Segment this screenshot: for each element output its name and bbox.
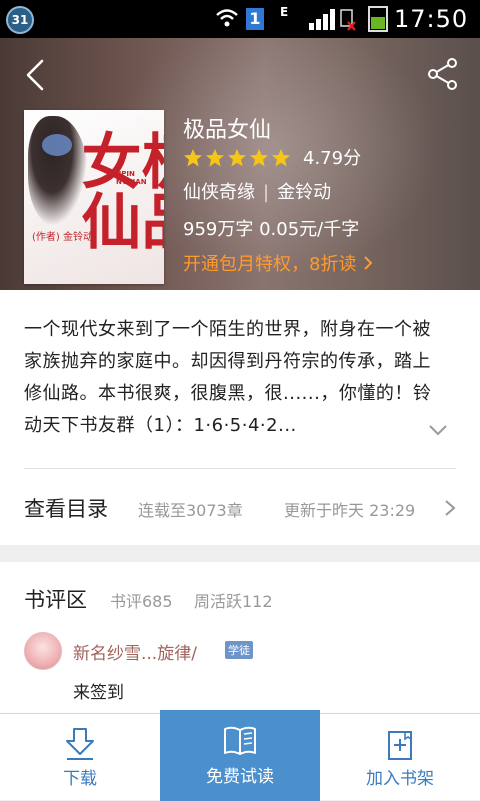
chevron-right-icon [364, 256, 373, 270]
back-button[interactable] [20, 58, 50, 92]
review-username[interactable]: 新名纱雪...旋律/ [73, 639, 197, 664]
book-cover[interactable]: 极品女仙 JIPIN NVXIAN (作者) 金铃动 [24, 110, 164, 284]
download-button[interactable]: 下载 [0, 714, 160, 801]
review-section-title[interactable]: 书评区 [24, 584, 87, 614]
star-icon [228, 149, 246, 167]
share-button[interactable] [426, 56, 460, 92]
battery-icon [368, 6, 388, 32]
promo-label: 开通包月特权，8折读 [183, 254, 357, 275]
cover-flower [42, 134, 72, 156]
divider [24, 468, 456, 469]
free-trial-read-button[interactable]: 免费试读 [160, 710, 320, 801]
star-icon [206, 149, 224, 167]
sim1-icon: 1 [246, 8, 264, 30]
cover-pinyin-art: JIPIN NVXIAN [116, 170, 147, 186]
calendar-notification-icon: 31 [6, 6, 34, 34]
free-trial-read-label: 免费试读 [206, 767, 274, 787]
wordcount-price: 959万字 0.05元/千字 [183, 219, 360, 240]
bottom-action-bar: 下载 免费试读 加入书架 [0, 710, 480, 801]
star-icon [250, 149, 268, 167]
star-icon [272, 149, 290, 167]
toc-serial-status: 连载至3073章 [138, 501, 243, 520]
network-type: E [280, 5, 289, 19]
add-to-shelf-label: 加入书架 [366, 769, 434, 789]
signal-icon [309, 9, 335, 30]
open-book-icon [224, 726, 256, 755]
toc-label: 查看目录 [24, 497, 108, 521]
book-title: 极品女仙 [183, 118, 272, 143]
review-comment: 来签到 [73, 683, 124, 703]
add-to-shelf-button[interactable]: 加入书架 [320, 714, 480, 801]
weekly-active-count: 周活跃112 [194, 592, 273, 611]
book-header: 极品女仙 JIPIN NVXIAN (作者) 金铃动 极品女仙 4.79分 仙侠… [0, 38, 480, 290]
expand-chevron-down-icon[interactable] [428, 423, 448, 437]
user-level-badge: 学徒 [225, 641, 253, 659]
author-link[interactable]: 金铃动 [277, 182, 331, 203]
genre-link[interactable]: 仙侠奇缘 [183, 182, 255, 203]
add-bookshelf-icon [388, 731, 412, 760]
wifi-icon [216, 9, 238, 27]
avatar[interactable] [24, 632, 62, 670]
monthly-promo-link[interactable]: 开通包月特权，8折读 [183, 250, 374, 276]
star-rating [183, 148, 293, 170]
toc-update-time: 更新于昨天 23:29 [284, 501, 416, 520]
chevron-right-icon [445, 500, 456, 516]
genre-author-line: 仙侠奇缘 | 金铃动 [183, 182, 332, 203]
review-count: 书评685 [110, 592, 173, 611]
rating-score: 4.79分 [303, 148, 362, 169]
book-description[interactable]: 一个现代女来到了一个陌生的世界，附身在一个被家族抛弃的家庭中。却因得到丹符宗的传… [24, 314, 448, 442]
description-section: 一个现代女来到了一个陌生的世界，附身在一个被家族抛弃的家庭中。却因得到丹符宗的传… [0, 290, 480, 545]
no-sim-icon [340, 9, 356, 31]
cover-author-art: (作者) 金铃动 [32, 232, 93, 243]
status-bar: 31 1 E 17:50 [0, 0, 480, 38]
clock: 17:50 [394, 5, 469, 33]
star-icon [184, 149, 202, 167]
download-icon [66, 728, 94, 760]
download-label: 下载 [63, 769, 97, 789]
cover-title-art: 极品女仙 [71, 130, 164, 250]
